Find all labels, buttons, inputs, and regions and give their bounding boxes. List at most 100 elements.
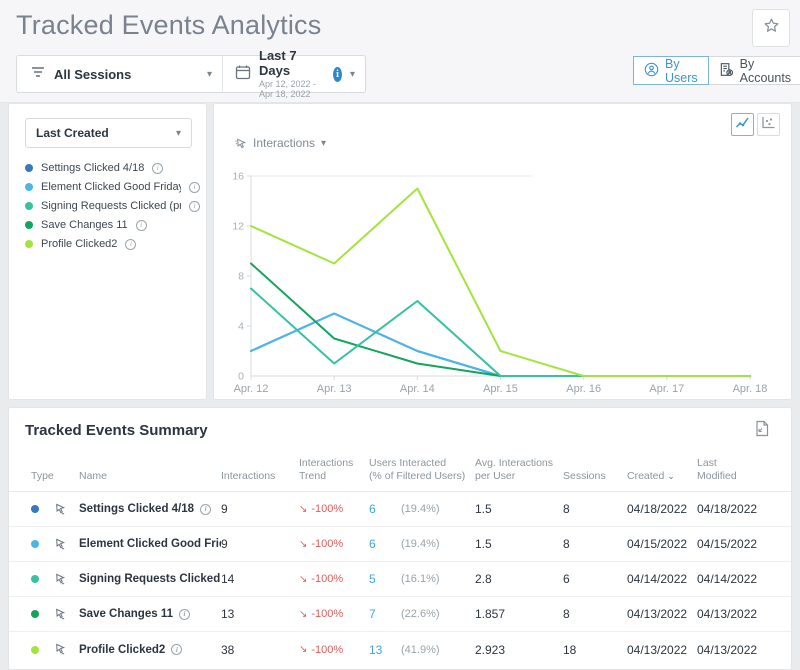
svg-text:Apr. 17: Apr. 17 <box>649 383 684 395</box>
info-icon[interactable]: i <box>171 644 182 655</box>
col-sessions[interactable]: Sessions <box>563 470 627 491</box>
col-interactions[interactable]: Interactions <box>221 470 299 491</box>
table-row[interactable]: Settings Clicked 4/18i 9 ↘-100% 6 (19.4%… <box>9 492 791 527</box>
svg-text:Apr. 12: Apr. 12 <box>234 383 269 395</box>
favorite-button[interactable] <box>752 9 790 47</box>
event-color-dot <box>31 610 39 618</box>
table-row[interactable]: Signing Requests Clicked (productlab)i 1… <box>9 562 791 597</box>
users-interacted-link[interactable]: 6 <box>369 537 401 551</box>
info-icon[interactable]: i <box>200 504 211 515</box>
series-color-dot <box>25 202 33 210</box>
interactions-value: 9 <box>221 537 299 551</box>
users-interacted-link[interactable]: 13 <box>369 643 401 657</box>
table-row[interactable]: Profile Clicked2i 38 ↘-100% 13 (41.9%) 2… <box>9 632 791 667</box>
tracked-event-type-icon <box>53 608 79 621</box>
modified-date: 04/18/2022 <box>697 502 769 516</box>
by-users-button[interactable]: By Users <box>633 56 709 85</box>
col-interactions-trend[interactable]: InteractionsTrend <box>299 457 369 491</box>
tracked-event-type-icon <box>53 573 79 586</box>
cursor-click-icon <box>234 137 247 150</box>
scatter-chart-toggle-button[interactable] <box>757 113 780 136</box>
avg-interactions-value: 2.923 <box>475 643 563 657</box>
trend-down-icon: ↘ <box>299 574 307 585</box>
created-date: 04/14/2022 <box>627 572 697 586</box>
chart-panel: 0481216Apr. 12Apr. 13Apr. 14Apr. 15Apr. … <box>213 103 792 400</box>
svg-text:Apr. 18: Apr. 18 <box>733 383 768 395</box>
created-date: 04/13/2022 <box>627 607 697 621</box>
chevron-down-icon: ▾ <box>350 69 355 80</box>
svg-text:Apr. 14: Apr. 14 <box>400 383 435 395</box>
table-title: Tracked Events Summary <box>25 422 208 439</box>
view-toggle: By Users By Accounts <box>633 56 800 85</box>
trend-down-icon: ↘ <box>299 504 307 515</box>
chevron-down-icon: ▾ <box>321 138 326 149</box>
info-icon[interactable]: i <box>125 239 136 250</box>
scatter-chart-icon <box>761 116 776 134</box>
accounts-building-icon <box>719 62 734 80</box>
trend-down-icon: ↘ <box>299 539 307 550</box>
legend-item[interactable]: Element Clicked Good Friday i <box>25 179 200 195</box>
event-name[interactable]: Save Changes 11 <box>79 608 173 620</box>
event-color-dot <box>31 646 39 654</box>
event-name[interactable]: Profile Clicked2 <box>79 644 165 656</box>
users-interacted-link[interactable]: 5 <box>369 572 401 586</box>
by-accounts-button[interactable]: By Accounts <box>708 56 800 85</box>
info-icon[interactable]: i <box>179 609 190 620</box>
trend-value: -100% <box>311 608 343 620</box>
svg-text:16: 16 <box>232 171 244 183</box>
date-range-dropdown[interactable]: Last 7 Days Apr 12, 2022 - Apr 18, 2022 … <box>223 56 365 92</box>
modified-date: 04/15/2022 <box>697 537 769 551</box>
svg-text:Apr. 13: Apr. 13 <box>317 383 352 395</box>
svg-text:Apr. 15: Apr. 15 <box>483 383 518 395</box>
series-color-dot <box>25 183 33 191</box>
legend-sort-dropdown[interactable]: Last Created ▾ <box>25 118 192 148</box>
info-icon[interactable]: i <box>189 201 200 212</box>
created-date: 04/15/2022 <box>627 537 697 551</box>
avg-interactions-value: 1.5 <box>475 502 563 516</box>
line-chart-toggle-button[interactable] <box>731 113 754 136</box>
sessions-value: 18 <box>563 643 627 657</box>
col-created[interactable]: Created ⌄ <box>627 470 697 491</box>
users-percent: (19.4%) <box>401 538 475 550</box>
interactions-value: 14 <box>221 572 299 586</box>
col-avg-interactions[interactable]: Avg. Interactionsper User <box>475 457 563 491</box>
legend-item[interactable]: Save Changes 11 i <box>25 217 200 233</box>
legend-item[interactable]: Signing Requests Clicked (product... i <box>25 198 200 214</box>
filter-bar: All Sessions ▾ Last 7 Days Apr 12, 2022 … <box>16 55 366 93</box>
event-color-dot <box>31 505 39 513</box>
users-percent: (22.6%) <box>401 608 475 620</box>
trend-value: -100% <box>311 573 343 585</box>
export-file-icon <box>754 420 770 442</box>
table-row[interactable]: Element Clicked Good Fridayi 9 ↘-100% 6 … <box>9 527 791 562</box>
interactions-value: 38 <box>221 643 299 657</box>
event-name[interactable]: Signing Requests Clicked (productlab) <box>79 573 221 585</box>
legend-item[interactable]: Profile Clicked2 i <box>25 236 200 252</box>
series-color-dot <box>25 164 33 172</box>
trend-value: -100% <box>311 538 343 550</box>
users-interacted-link[interactable]: 6 <box>369 502 401 516</box>
event-color-dot <box>31 575 39 583</box>
info-icon[interactable]: i <box>152 163 163 174</box>
legend-item[interactable]: Settings Clicked 4/18 i <box>25 160 200 176</box>
users-interacted-link[interactable]: 7 <box>369 607 401 621</box>
col-name[interactable]: Name <box>79 470 221 491</box>
col-users-interacted[interactable]: Users Interacted(% of Filtered Users) <box>369 457 475 491</box>
chevron-down-icon: ▾ <box>207 69 212 80</box>
info-icon[interactable]: i <box>136 220 147 231</box>
col-type[interactable]: Type <box>31 470 79 491</box>
date-range-label: Last 7 Days <box>259 49 325 79</box>
info-icon[interactable]: i <box>189 182 200 193</box>
sessions-value: 8 <box>563 607 627 621</box>
modified-date: 04/14/2022 <box>697 572 769 586</box>
col-last-modified[interactable]: LastModified <box>697 457 769 491</box>
event-name[interactable]: Element Clicked Good Friday <box>79 538 221 550</box>
line-chart-icon <box>735 116 750 134</box>
export-button[interactable] <box>751 420 773 442</box>
info-icon[interactable]: i <box>333 67 342 82</box>
event-name[interactable]: Settings Clicked 4/18 <box>79 503 194 515</box>
chart-type-toggle <box>731 113 780 136</box>
table-row[interactable]: Save Changes 11i 13 ↘-100% 7 (22.6%) 1.8… <box>9 597 791 632</box>
metric-dropdown[interactable]: Interactions ▾ <box>234 136 326 150</box>
sessions-filter-dropdown[interactable]: All Sessions ▾ <box>17 56 222 92</box>
chevron-down-icon: ▾ <box>176 128 181 139</box>
